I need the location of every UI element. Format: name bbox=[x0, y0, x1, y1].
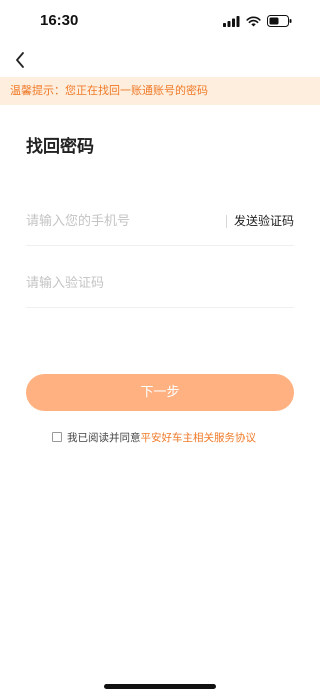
agreement-row: 我已阅读并同意 平安好车主相关服务协议 bbox=[52, 430, 256, 444]
notice-banner: 温馨提示：您正在找回一账通账号的密码 bbox=[0, 77, 320, 105]
field-divider bbox=[226, 215, 227, 228]
battery-icon bbox=[267, 15, 292, 27]
status-bar: 16:30 bbox=[0, 0, 320, 44]
next-step-button[interactable]: 下一步 bbox=[26, 374, 294, 411]
phone-field-row: 发送验证码 bbox=[26, 206, 294, 246]
home-indicator bbox=[104, 684, 216, 689]
signal-icon bbox=[223, 15, 240, 27]
agreement-checkbox[interactable] bbox=[52, 432, 62, 442]
find-password-page: 16:30 温馨提示：您正在找回一账通账号的密码 找回密码 请输入您的手机号 发… bbox=[0, 0, 320, 694]
back-button[interactable] bbox=[8, 48, 32, 72]
send-code-button[interactable]: 发送验证码 bbox=[234, 210, 294, 232]
agreement-prefix: 我已阅读并同意 bbox=[67, 431, 141, 444]
verification-code-input[interactable] bbox=[26, 268, 216, 298]
code-field-row bbox=[26, 268, 294, 308]
chevron-left-icon bbox=[16, 52, 24, 68]
page-title: 找回密码 bbox=[26, 137, 94, 157]
status-time: 16:30 bbox=[40, 12, 79, 29]
phone-input[interactable] bbox=[26, 206, 216, 236]
status-icons bbox=[223, 15, 292, 27]
wifi-icon bbox=[246, 15, 261, 26]
agreement-link[interactable]: 平安好车主相关服务协议 bbox=[141, 430, 257, 445]
